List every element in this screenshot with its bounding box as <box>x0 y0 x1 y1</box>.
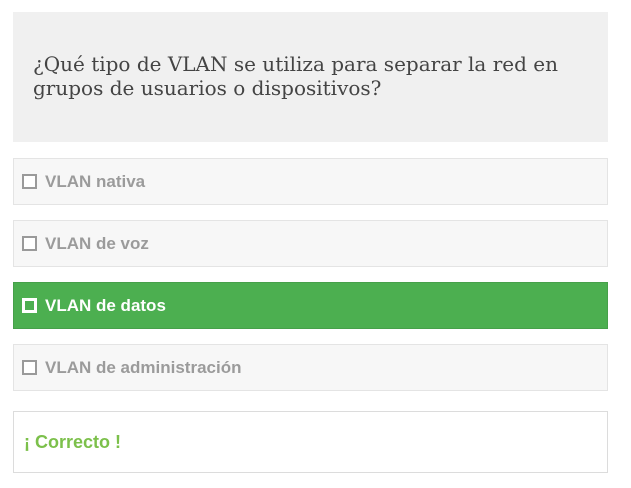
question-panel: ¿Qué tipo de VLAN se utiliza para separa… <box>13 12 608 142</box>
feedback-message: ¡ Correcto ! <box>24 431 122 452</box>
answer-option-vlan-de-voz[interactable]: VLAN de voz <box>13 220 608 267</box>
answer-option-label: VLAN de datos <box>45 295 166 315</box>
answer-option-vlan-nativa[interactable]: VLAN nativa <box>13 158 608 205</box>
checkbox-empty-icon[interactable] <box>22 236 37 251</box>
checkbox-fill <box>25 301 34 310</box>
answer-option-label: VLAN de voz <box>45 233 149 253</box>
answer-option-label: VLAN de administración <box>45 357 242 377</box>
checkbox-empty-icon[interactable] <box>22 174 37 189</box>
answer-option-vlan-de-datos[interactable]: VLAN de datos <box>13 282 608 329</box>
question-text: ¿Qué tipo de VLAN se utiliza para separa… <box>33 52 558 100</box>
feedback-panel: ¡ Correcto ! <box>13 411 608 473</box>
checkbox-checked-icon[interactable] <box>22 298 37 313</box>
checkbox-empty-icon[interactable] <box>22 360 37 375</box>
answer-option-label: VLAN nativa <box>45 171 146 191</box>
answer-option-vlan-de-administracion[interactable]: VLAN de administración <box>13 344 608 391</box>
